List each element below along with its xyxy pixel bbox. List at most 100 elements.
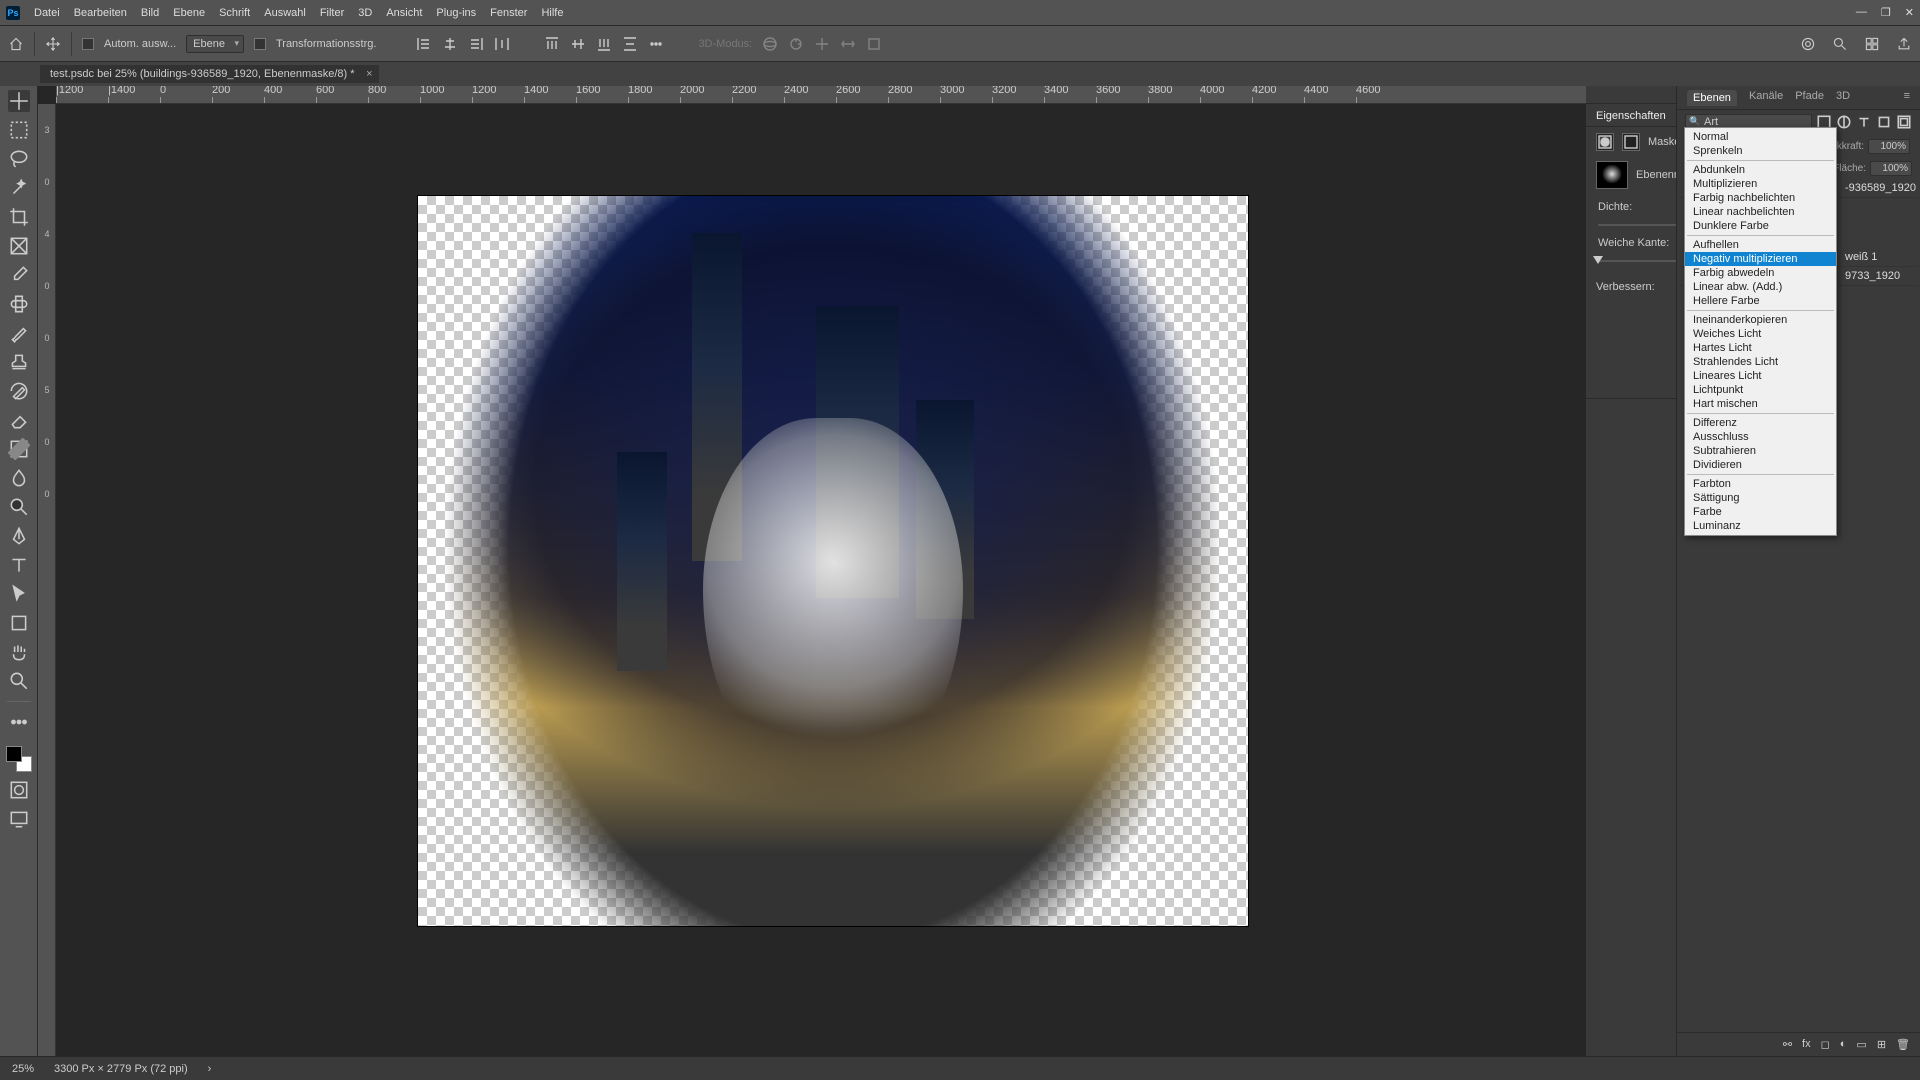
- menu-item[interactable]: Datei: [34, 7, 60, 19]
- blend-mode-option[interactable]: Negativ multiplizieren: [1685, 252, 1836, 266]
- blend-mode-option[interactable]: Hartes Licht: [1685, 341, 1836, 355]
- filter-adjust-icon[interactable]: [1836, 114, 1852, 130]
- group-icon[interactable]: ▭: [1856, 1038, 1866, 1051]
- blend-mode-option[interactable]: Multiplizieren: [1685, 177, 1836, 191]
- tab-3d[interactable]: 3D: [1836, 90, 1850, 106]
- type-tool[interactable]: [8, 554, 30, 576]
- gradient-tool[interactable]: [8, 438, 30, 460]
- blend-mode-option[interactable]: Hellere Farbe: [1685, 294, 1836, 308]
- align-left-icon[interactable]: [416, 36, 432, 52]
- frame-tool[interactable]: [8, 235, 30, 257]
- new-layer-icon[interactable]: ⊞: [1877, 1038, 1886, 1051]
- filter-smart-icon[interactable]: [1896, 114, 1912, 130]
- zoom-tool[interactable]: [8, 670, 30, 692]
- close-tab-icon[interactable]: ×: [366, 68, 372, 80]
- heal-tool[interactable]: [8, 293, 30, 315]
- marquee-tool[interactable]: [8, 119, 30, 141]
- share-icon[interactable]: [1896, 36, 1912, 52]
- document-canvas[interactable]: [418, 196, 1248, 926]
- shape-tool[interactable]: [8, 612, 30, 634]
- screenmode-icon[interactable]: [8, 808, 30, 830]
- blend-mode-option[interactable]: Farbe: [1685, 505, 1836, 519]
- delete-icon[interactable]: 🗑: [1896, 1038, 1910, 1051]
- blend-mode-option[interactable]: Weiches Licht: [1685, 327, 1836, 341]
- blend-mode-option[interactable]: Farbton: [1685, 477, 1836, 491]
- color-swatch[interactable]: [6, 746, 32, 772]
- canvas-area[interactable]: |1200|1400020040060080010001200140016001…: [38, 86, 1586, 1056]
- menu-item[interactable]: Auswahl: [264, 7, 306, 19]
- blend-mode-option[interactable]: Subtrahieren: [1685, 444, 1836, 458]
- tab-paths[interactable]: Pfade: [1795, 90, 1824, 106]
- more-icon[interactable]: [648, 36, 664, 52]
- blend-mode-option[interactable]: Dividieren: [1685, 458, 1836, 472]
- blend-mode-option[interactable]: Linear nachbelichten: [1685, 205, 1836, 219]
- mask-icon[interactable]: ◻: [1821, 1038, 1830, 1051]
- zoom-level[interactable]: 25%: [12, 1063, 34, 1075]
- distribute-v-icon[interactable]: [622, 36, 638, 52]
- blend-mode-option[interactable]: Lichtpunkt: [1685, 383, 1836, 397]
- blend-mode-option[interactable]: Farbig abwedeln: [1685, 266, 1836, 280]
- move-tool[interactable]: [8, 90, 30, 112]
- menu-item[interactable]: Bild: [141, 7, 159, 19]
- search-icon[interactable]: [1832, 36, 1848, 52]
- align-right-icon[interactable]: [468, 36, 484, 52]
- filter-type-icon[interactable]: [1856, 114, 1872, 130]
- align-top-icon[interactable]: [544, 36, 560, 52]
- menu-item[interactable]: Plug-ins: [436, 7, 476, 19]
- workspace-icon[interactable]: [1864, 36, 1880, 52]
- brush-tool[interactable]: [8, 322, 30, 344]
- vector-mask-icon[interactable]: [1622, 133, 1640, 151]
- dodge-tool[interactable]: [8, 496, 30, 518]
- pixel-mask-icon[interactable]: [1596, 133, 1614, 151]
- menu-item[interactable]: Ansicht: [386, 7, 422, 19]
- wand-tool[interactable]: [8, 177, 30, 199]
- history-brush-tool[interactable]: [8, 380, 30, 402]
- menu-item[interactable]: Fenster: [490, 7, 527, 19]
- hand-tool[interactable]: [8, 641, 30, 663]
- menu-item[interactable]: Ebene: [173, 7, 205, 19]
- quickmask-icon[interactable]: [8, 779, 30, 801]
- menu-item[interactable]: Schrift: [219, 7, 250, 19]
- blend-mode-option[interactable]: Sprenkeln: [1685, 144, 1836, 158]
- opacity-value[interactable]: 100%: [1868, 139, 1910, 154]
- blend-mode-option[interactable]: Aufhellen: [1685, 238, 1836, 252]
- cloud-icon[interactable]: [1800, 36, 1816, 52]
- tab-channels[interactable]: Kanäle: [1749, 90, 1783, 106]
- align-center-h-icon[interactable]: [442, 36, 458, 52]
- blend-mode-option[interactable]: Ausschluss: [1685, 430, 1836, 444]
- panel-menu-icon[interactable]: ≡: [1904, 90, 1910, 106]
- tab-properties[interactable]: Eigenschaften: [1596, 110, 1666, 122]
- edit-toolbar-icon[interactable]: [8, 711, 30, 733]
- auto-select-checkbox[interactable]: [82, 38, 94, 50]
- adjustment-icon[interactable]: ◐: [1840, 1038, 1847, 1051]
- blend-mode-option[interactable]: Luminanz: [1685, 519, 1836, 533]
- blend-mode-dropdown[interactable]: NormalSprenkelnAbdunkelnMultiplizierenFa…: [1684, 127, 1837, 536]
- blend-mode-option[interactable]: Hart mischen: [1685, 397, 1836, 411]
- crop-tool[interactable]: [8, 206, 30, 228]
- path-select-tool[interactable]: [8, 583, 30, 605]
- blend-mode-option[interactable]: Linear abw. (Add.): [1685, 280, 1836, 294]
- mask-thumbnail[interactable]: [1596, 161, 1628, 189]
- chevron-right-icon[interactable]: ›: [208, 1063, 212, 1075]
- distribute-h-icon[interactable]: [494, 36, 510, 52]
- menu-item[interactable]: Hilfe: [541, 7, 563, 19]
- stamp-tool[interactable]: [8, 351, 30, 373]
- menu-item[interactable]: 3D: [358, 7, 372, 19]
- eyedropper-tool[interactable]: [8, 264, 30, 286]
- blend-mode-option[interactable]: Sättigung: [1685, 491, 1836, 505]
- filter-shape-icon[interactable]: [1876, 114, 1892, 130]
- blend-mode-option[interactable]: Dunklere Farbe: [1685, 219, 1836, 233]
- doc-info[interactable]: 3300 Px × 2779 Px (72 ppi): [54, 1063, 188, 1075]
- pen-tool[interactable]: [8, 525, 30, 547]
- blend-mode-option[interactable]: Farbig nachbelichten: [1685, 191, 1836, 205]
- tab-layers[interactable]: Ebenen: [1687, 90, 1737, 106]
- align-center-v-icon[interactable]: [570, 36, 586, 52]
- menu-item[interactable]: Bearbeiten: [74, 7, 127, 19]
- blend-mode-option[interactable]: Normal: [1685, 130, 1836, 144]
- blur-tool[interactable]: [8, 467, 30, 489]
- blend-mode-option[interactable]: Lineares Licht: [1685, 369, 1836, 383]
- fx-icon[interactable]: fx: [1802, 1038, 1811, 1051]
- document-tab[interactable]: test.psdc bei 25% (buildings-936589_1920…: [40, 65, 379, 83]
- eraser-tool[interactable]: [8, 409, 30, 431]
- lasso-tool[interactable]: [8, 148, 30, 170]
